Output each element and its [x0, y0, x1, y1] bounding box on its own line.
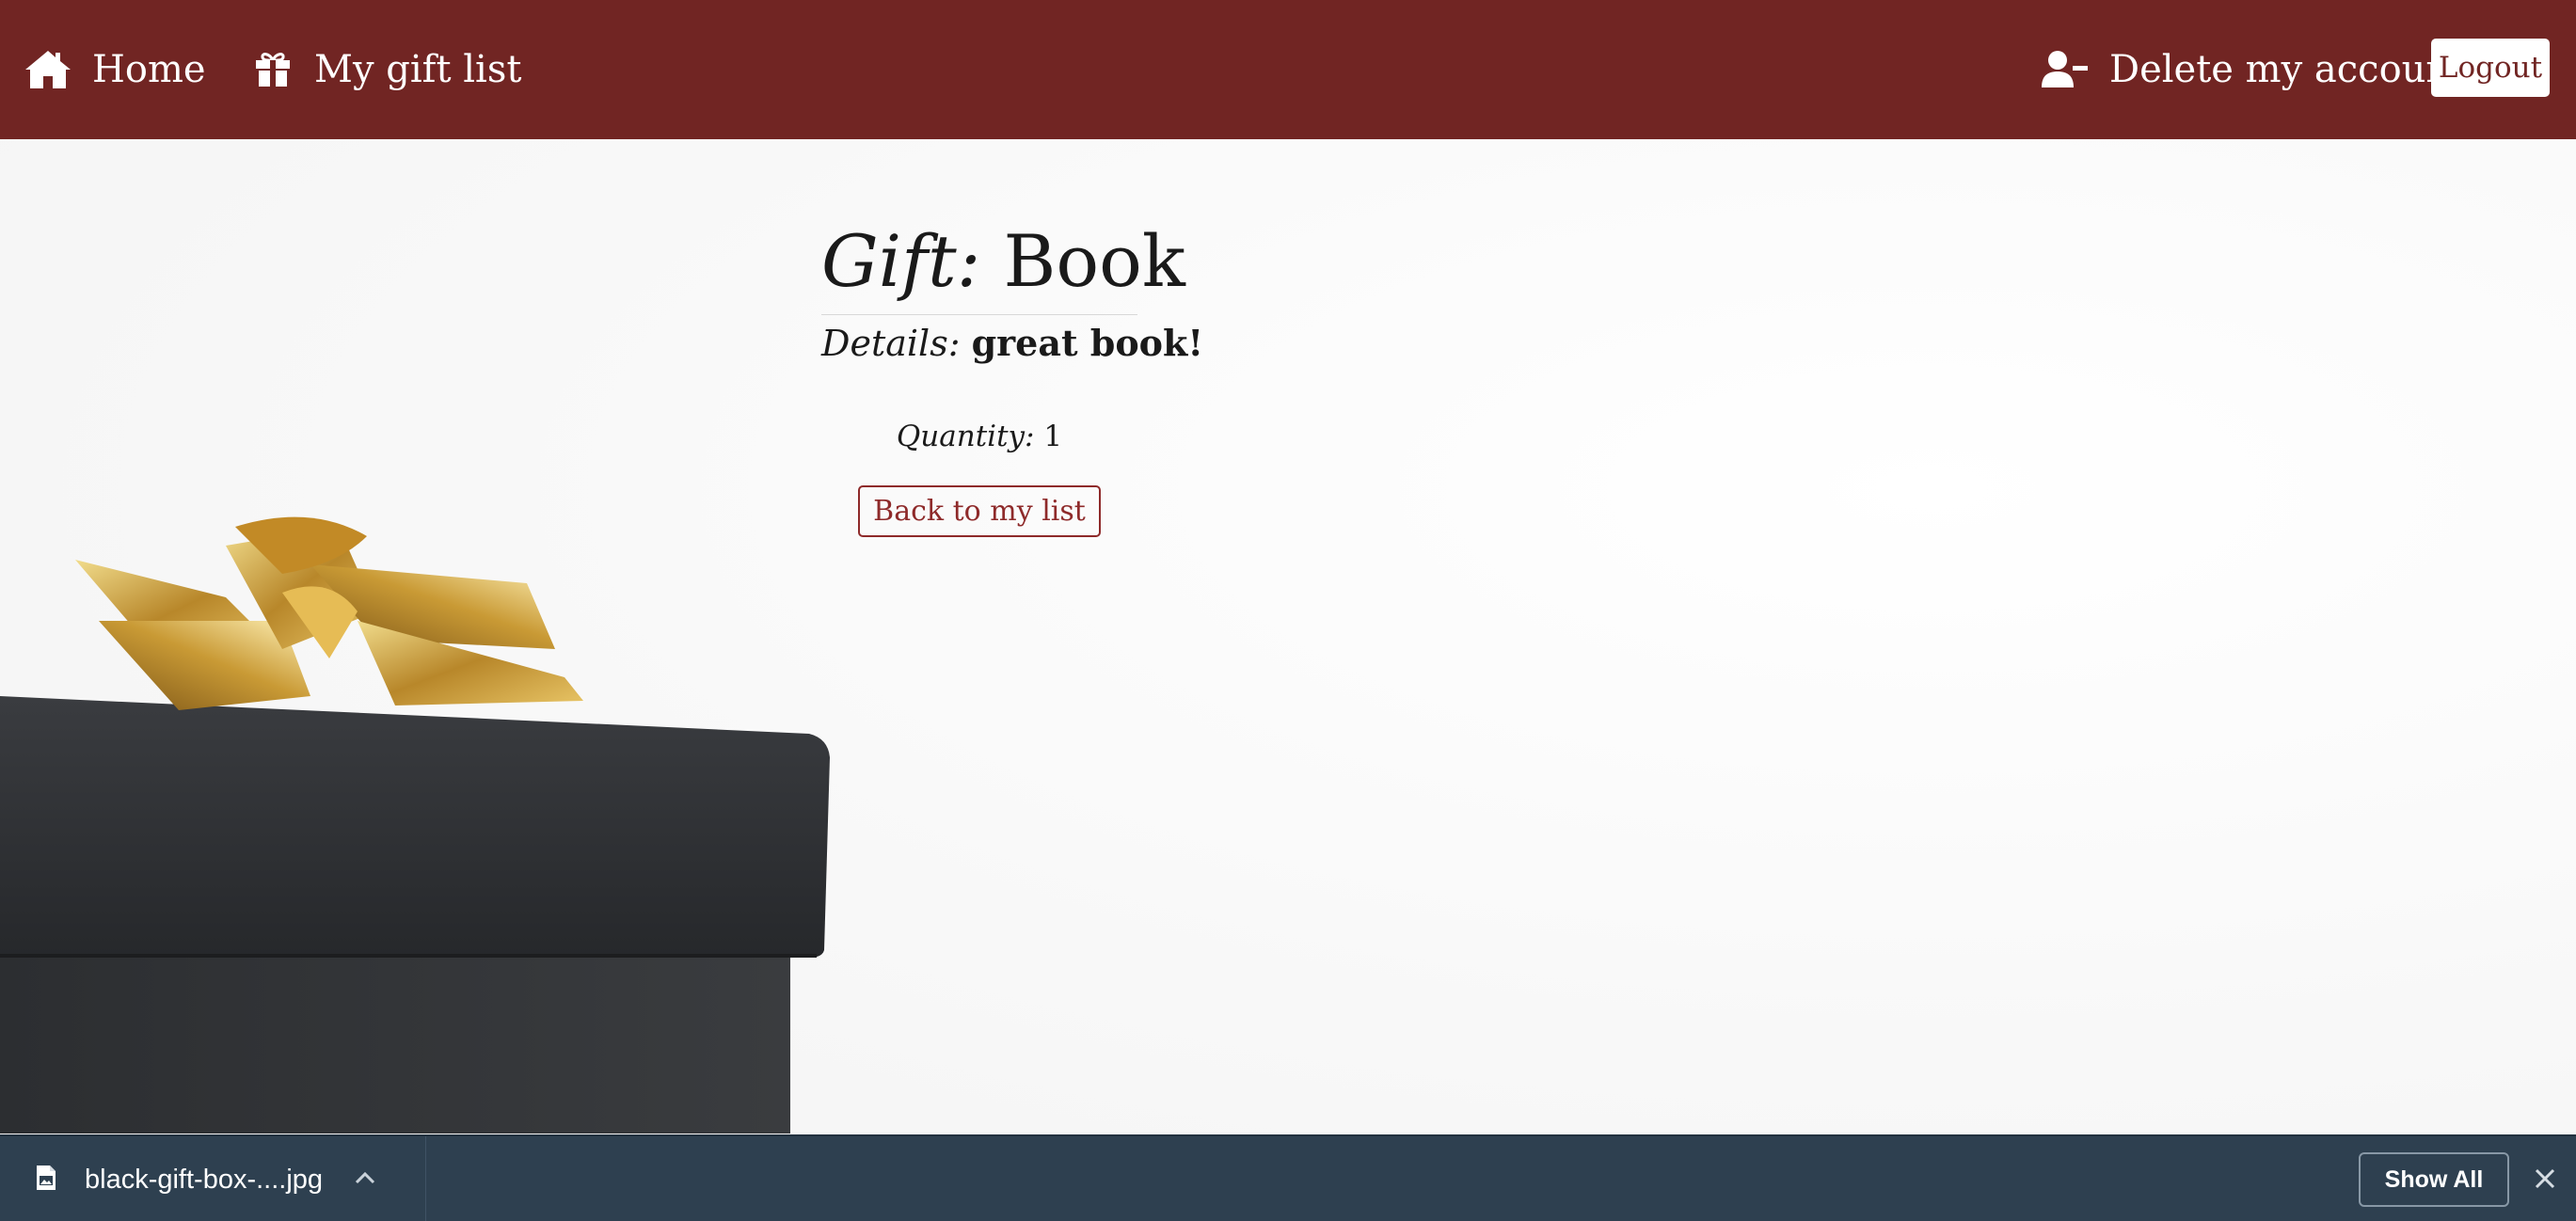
nav-home-link[interactable]: Home: [24, 0, 206, 139]
download-bar: black-gift-box-....jpg Show All: [0, 1134, 2576, 1221]
title-divider: [821, 314, 1137, 315]
chevron-up-icon[interactable]: [355, 1171, 375, 1189]
navbar: Home My gift list Delete my account Logo…: [0, 0, 2576, 139]
home-icon: [24, 49, 72, 90]
gift-details-value: great book!: [971, 322, 1204, 364]
gift-box-image: [0, 516, 830, 1134]
gift-icon: [254, 51, 292, 88]
nav-delete-account-label: Delete my account: [2109, 48, 2466, 91]
back-to-list-button[interactable]: Back to my list: [858, 484, 1101, 537]
show-all-button[interactable]: Show All: [2359, 1152, 2509, 1207]
user-minus-icon: [2042, 50, 2089, 89]
nav-gift-list-link[interactable]: My gift list: [254, 0, 521, 139]
gift-title: Gift: Book: [821, 226, 1185, 297]
gift-details-key: Details:: [821, 323, 961, 364]
download-item[interactable]: black-gift-box-....jpg: [0, 1136, 426, 1221]
nav-gift-list-label: My gift list: [314, 48, 522, 91]
gift-quantity-value: 1: [1043, 419, 1063, 453]
gift-details: Details: great book!: [821, 321, 1203, 367]
gift-detail-panel: Gift: Book Details: great book! Quantity…: [821, 226, 1203, 537]
gift-quantity: Quantity: 1: [821, 420, 1137, 453]
logout-button[interactable]: Logout: [2431, 39, 2550, 97]
close-icon[interactable]: [2531, 1165, 2559, 1193]
nav-delete-account-link[interactable]: Delete my account: [2042, 0, 2465, 139]
image-file-icon: [36, 1165, 56, 1196]
gift-title-key: Gift:: [821, 219, 981, 303]
nav-home-label: Home: [92, 48, 206, 91]
gift-title-value: Book: [1003, 219, 1185, 303]
gift-quantity-key: Quantity:: [896, 419, 1035, 453]
download-filename: black-gift-box-....jpg: [85, 1164, 324, 1195]
page: Home My gift list Delete my account Logo…: [0, 0, 2576, 1221]
